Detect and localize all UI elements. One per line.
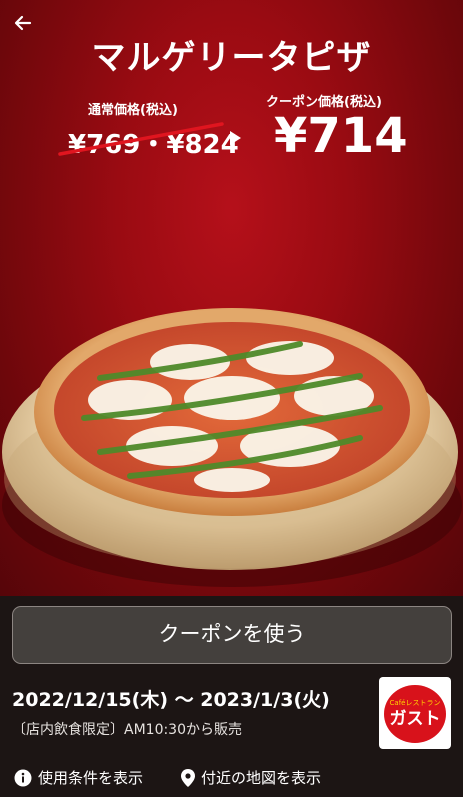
map-link[interactable]: 付近の地図を表示	[181, 767, 321, 788]
regular-price: ¥769・¥824	[68, 130, 239, 160]
use-coupon-button[interactable]: クーポンを使う	[12, 606, 452, 664]
map-pin-icon	[181, 768, 195, 787]
brand-logo: Caféレストラン ガスト	[379, 677, 451, 749]
info-icon	[14, 769, 32, 786]
terms-link[interactable]: 使用条件を表示	[14, 767, 143, 788]
logo-small-text: Caféレストラン	[390, 699, 441, 707]
logo-main-text: ガスト	[390, 709, 441, 729]
availability-note: 〔店内飲食限定〕AM10:30から販売	[12, 722, 243, 738]
validity-period: 2022/12/15(木) 〜 2023/1/3(火)	[12, 689, 330, 711]
coupon-footer: クーポンを使う 2022/12/15(木) 〜 2023/1/3(火) 〔店内飲…	[0, 596, 463, 797]
pizza-image	[2, 308, 462, 587]
coupon-price: ¥714	[274, 108, 408, 164]
regular-price-label: 通常価格(税込)	[88, 103, 178, 118]
map-link-label: 付近の地図を表示	[201, 769, 322, 787]
terms-link-label: 使用条件を表示	[38, 769, 144, 787]
product-title: マルゲリータピザ	[91, 38, 372, 78]
price-arrow-icon	[230, 131, 241, 145]
hero-banner: マルゲリータピザ 通常価格(税込) ¥769・¥824 クーポン価格(税込) ¥…	[0, 0, 463, 596]
